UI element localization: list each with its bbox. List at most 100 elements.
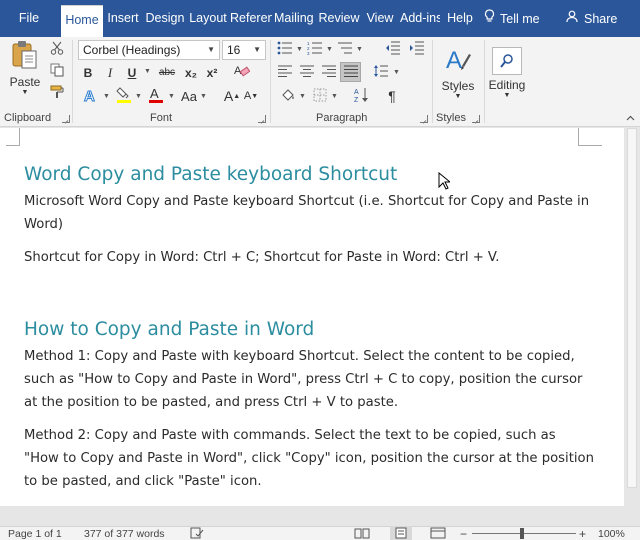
svg-text:A: A bbox=[354, 89, 359, 96]
share-label: Share bbox=[584, 12, 618, 26]
tab-home[interactable]: Home bbox=[61, 5, 103, 37]
status-bar: Page 1 of 1 377 of 377 words − + 100% bbox=[0, 526, 640, 540]
multilevel-list-button[interactable] bbox=[336, 40, 354, 58]
chevron-down-icon[interactable]: ▼ bbox=[296, 46, 303, 53]
tab-help[interactable]: Help bbox=[442, 0, 478, 37]
change-case-button[interactable]: Aa bbox=[180, 86, 198, 106]
chevron-down-icon[interactable]: ▼ bbox=[103, 93, 110, 100]
tab-insert[interactable]: Insert bbox=[104, 0, 142, 37]
align-right-icon bbox=[322, 65, 336, 80]
tab-add-ins[interactable]: Add-ins bbox=[400, 0, 440, 37]
chevron-down-icon[interactable]: ▼ bbox=[331, 93, 338, 100]
text-effects-button[interactable]: A bbox=[80, 86, 102, 106]
format-painter-button[interactable] bbox=[48, 84, 66, 102]
word-count[interactable]: 377 of 377 words bbox=[84, 528, 165, 540]
tab-references[interactable]: References bbox=[230, 0, 272, 37]
superscript-button[interactable]: x² bbox=[203, 64, 221, 81]
paragraph-group-label: Paragraph bbox=[316, 112, 368, 124]
bullets-button[interactable] bbox=[276, 40, 294, 58]
tab-mailings[interactable]: Mailings bbox=[274, 0, 314, 37]
font-size-box[interactable]: 16 ▼ bbox=[222, 40, 266, 60]
font-name-value: Corbel (Headings) bbox=[83, 43, 181, 57]
editing-button[interactable]: Editing ▼ bbox=[486, 41, 528, 105]
justify-button[interactable] bbox=[340, 62, 361, 82]
clipboard-dialog-launcher[interactable] bbox=[62, 115, 70, 123]
chevron-down-icon[interactable]: ▼ bbox=[393, 69, 400, 76]
styles-dialog-launcher[interactable] bbox=[472, 115, 480, 123]
font-dialog-launcher[interactable] bbox=[258, 115, 266, 123]
zoom-slider[interactable] bbox=[472, 533, 576, 534]
chevron-down-icon: ▼ bbox=[503, 92, 511, 99]
svg-text:A: A bbox=[84, 88, 95, 104]
strikethrough-button[interactable]: abc bbox=[156, 64, 178, 81]
grow-font-button[interactable]: A ▲ bbox=[224, 86, 240, 106]
copy-button[interactable] bbox=[48, 62, 66, 80]
highlight-color-button[interactable] bbox=[114, 86, 134, 106]
person-icon bbox=[566, 0, 579, 37]
tab-design[interactable]: Design bbox=[144, 0, 186, 37]
align-left-button[interactable] bbox=[276, 63, 294, 81]
collapse-ribbon-button[interactable] bbox=[624, 113, 636, 123]
document-page[interactable]: Word Copy and Paste keyboard Shortcut Mi… bbox=[0, 128, 624, 506]
chevron-down-icon[interactable]: ▼ bbox=[356, 46, 363, 53]
tell-me-label: Tell me bbox=[500, 12, 540, 26]
chevron-down-icon[interactable]: ▼ bbox=[144, 68, 151, 75]
sort-button[interactable]: AZ bbox=[352, 86, 372, 106]
numbered-list-icon: 123 bbox=[307, 41, 323, 58]
clear-formatting-button[interactable]: A bbox=[232, 63, 252, 81]
numbering-button[interactable]: 123 bbox=[306, 40, 324, 58]
align-center-button[interactable] bbox=[298, 63, 316, 81]
web-layout-icon[interactable] bbox=[430, 527, 446, 540]
subscript-button[interactable]: x₂ bbox=[182, 64, 200, 81]
zoom-level[interactable]: 100% bbox=[598, 528, 625, 540]
proofing-icon[interactable] bbox=[190, 527, 204, 540]
scrollbar-thumb[interactable] bbox=[627, 128, 637, 488]
tab-view[interactable]: View bbox=[362, 0, 398, 37]
tab-layout[interactable]: Layout bbox=[188, 0, 228, 37]
share-button[interactable]: Share bbox=[566, 0, 626, 37]
mouse-pointer-icon bbox=[438, 171, 452, 193]
paragraph-2: Shortcut for Copy in Word: Ctrl + C; Sho… bbox=[24, 250, 500, 265]
font-size-value: 16 bbox=[227, 43, 241, 57]
bullet-list-icon bbox=[277, 41, 293, 58]
chevron-down-icon: ▼ bbox=[207, 45, 215, 54]
decrease-indent-button[interactable] bbox=[384, 40, 402, 58]
chevron-down-icon[interactable]: ▼ bbox=[168, 93, 175, 100]
align-right-button[interactable] bbox=[320, 63, 338, 81]
show-hide-marks-button[interactable]: ¶ bbox=[383, 86, 401, 106]
lightbulb-icon bbox=[484, 0, 495, 37]
zoom-in-button[interactable]: + bbox=[579, 527, 586, 540]
chevron-down-icon[interactable]: ▼ bbox=[299, 93, 306, 100]
shading-button[interactable] bbox=[278, 86, 298, 106]
increase-indent-button[interactable] bbox=[408, 40, 426, 58]
paint-bucket-icon bbox=[280, 87, 296, 106]
tell-me-box[interactable]: Tell me bbox=[484, 0, 554, 37]
font-name-box[interactable]: Corbel (Headings) ▼ bbox=[78, 40, 220, 60]
align-left-icon bbox=[278, 65, 292, 80]
chevron-down-icon[interactable]: ▼ bbox=[135, 93, 142, 100]
print-layout-icon[interactable] bbox=[390, 526, 412, 540]
paragraph-3: Method 1: Copy and Paste with keyboard S… bbox=[24, 349, 583, 410]
underline-button[interactable]: U bbox=[124, 64, 140, 81]
borders-button[interactable] bbox=[310, 86, 330, 106]
page-count[interactable]: Page 1 of 1 bbox=[8, 528, 62, 540]
chevron-down-icon[interactable]: ▼ bbox=[326, 46, 333, 53]
paragraph-dialog-launcher[interactable] bbox=[420, 115, 428, 123]
read-mode-icon[interactable] bbox=[354, 527, 370, 540]
paste-button[interactable]: Paste ▼ bbox=[8, 41, 42, 96]
zoom-slider-thumb[interactable] bbox=[520, 528, 524, 539]
styles-button[interactable]: A Styles ▼ bbox=[438, 41, 478, 105]
text-effects-icon: A bbox=[82, 86, 100, 107]
zoom-out-button[interactable]: − bbox=[460, 527, 467, 540]
cut-button[interactable] bbox=[48, 40, 66, 58]
vertical-scrollbar[interactable] bbox=[624, 128, 640, 526]
line-spacing-button[interactable] bbox=[372, 63, 390, 81]
ribbon-tab-bar: File Home Insert Design Layout Reference… bbox=[0, 0, 640, 37]
tab-review[interactable]: Review bbox=[318, 0, 360, 37]
font-color-button[interactable]: A bbox=[146, 86, 166, 106]
chevron-down-icon[interactable]: ▼ bbox=[200, 93, 207, 100]
shrink-font-button[interactable]: A ▼ bbox=[243, 86, 259, 106]
italic-button[interactable]: I bbox=[102, 64, 118, 81]
bold-button[interactable]: B bbox=[80, 64, 96, 81]
tab-file[interactable]: File bbox=[8, 0, 50, 37]
